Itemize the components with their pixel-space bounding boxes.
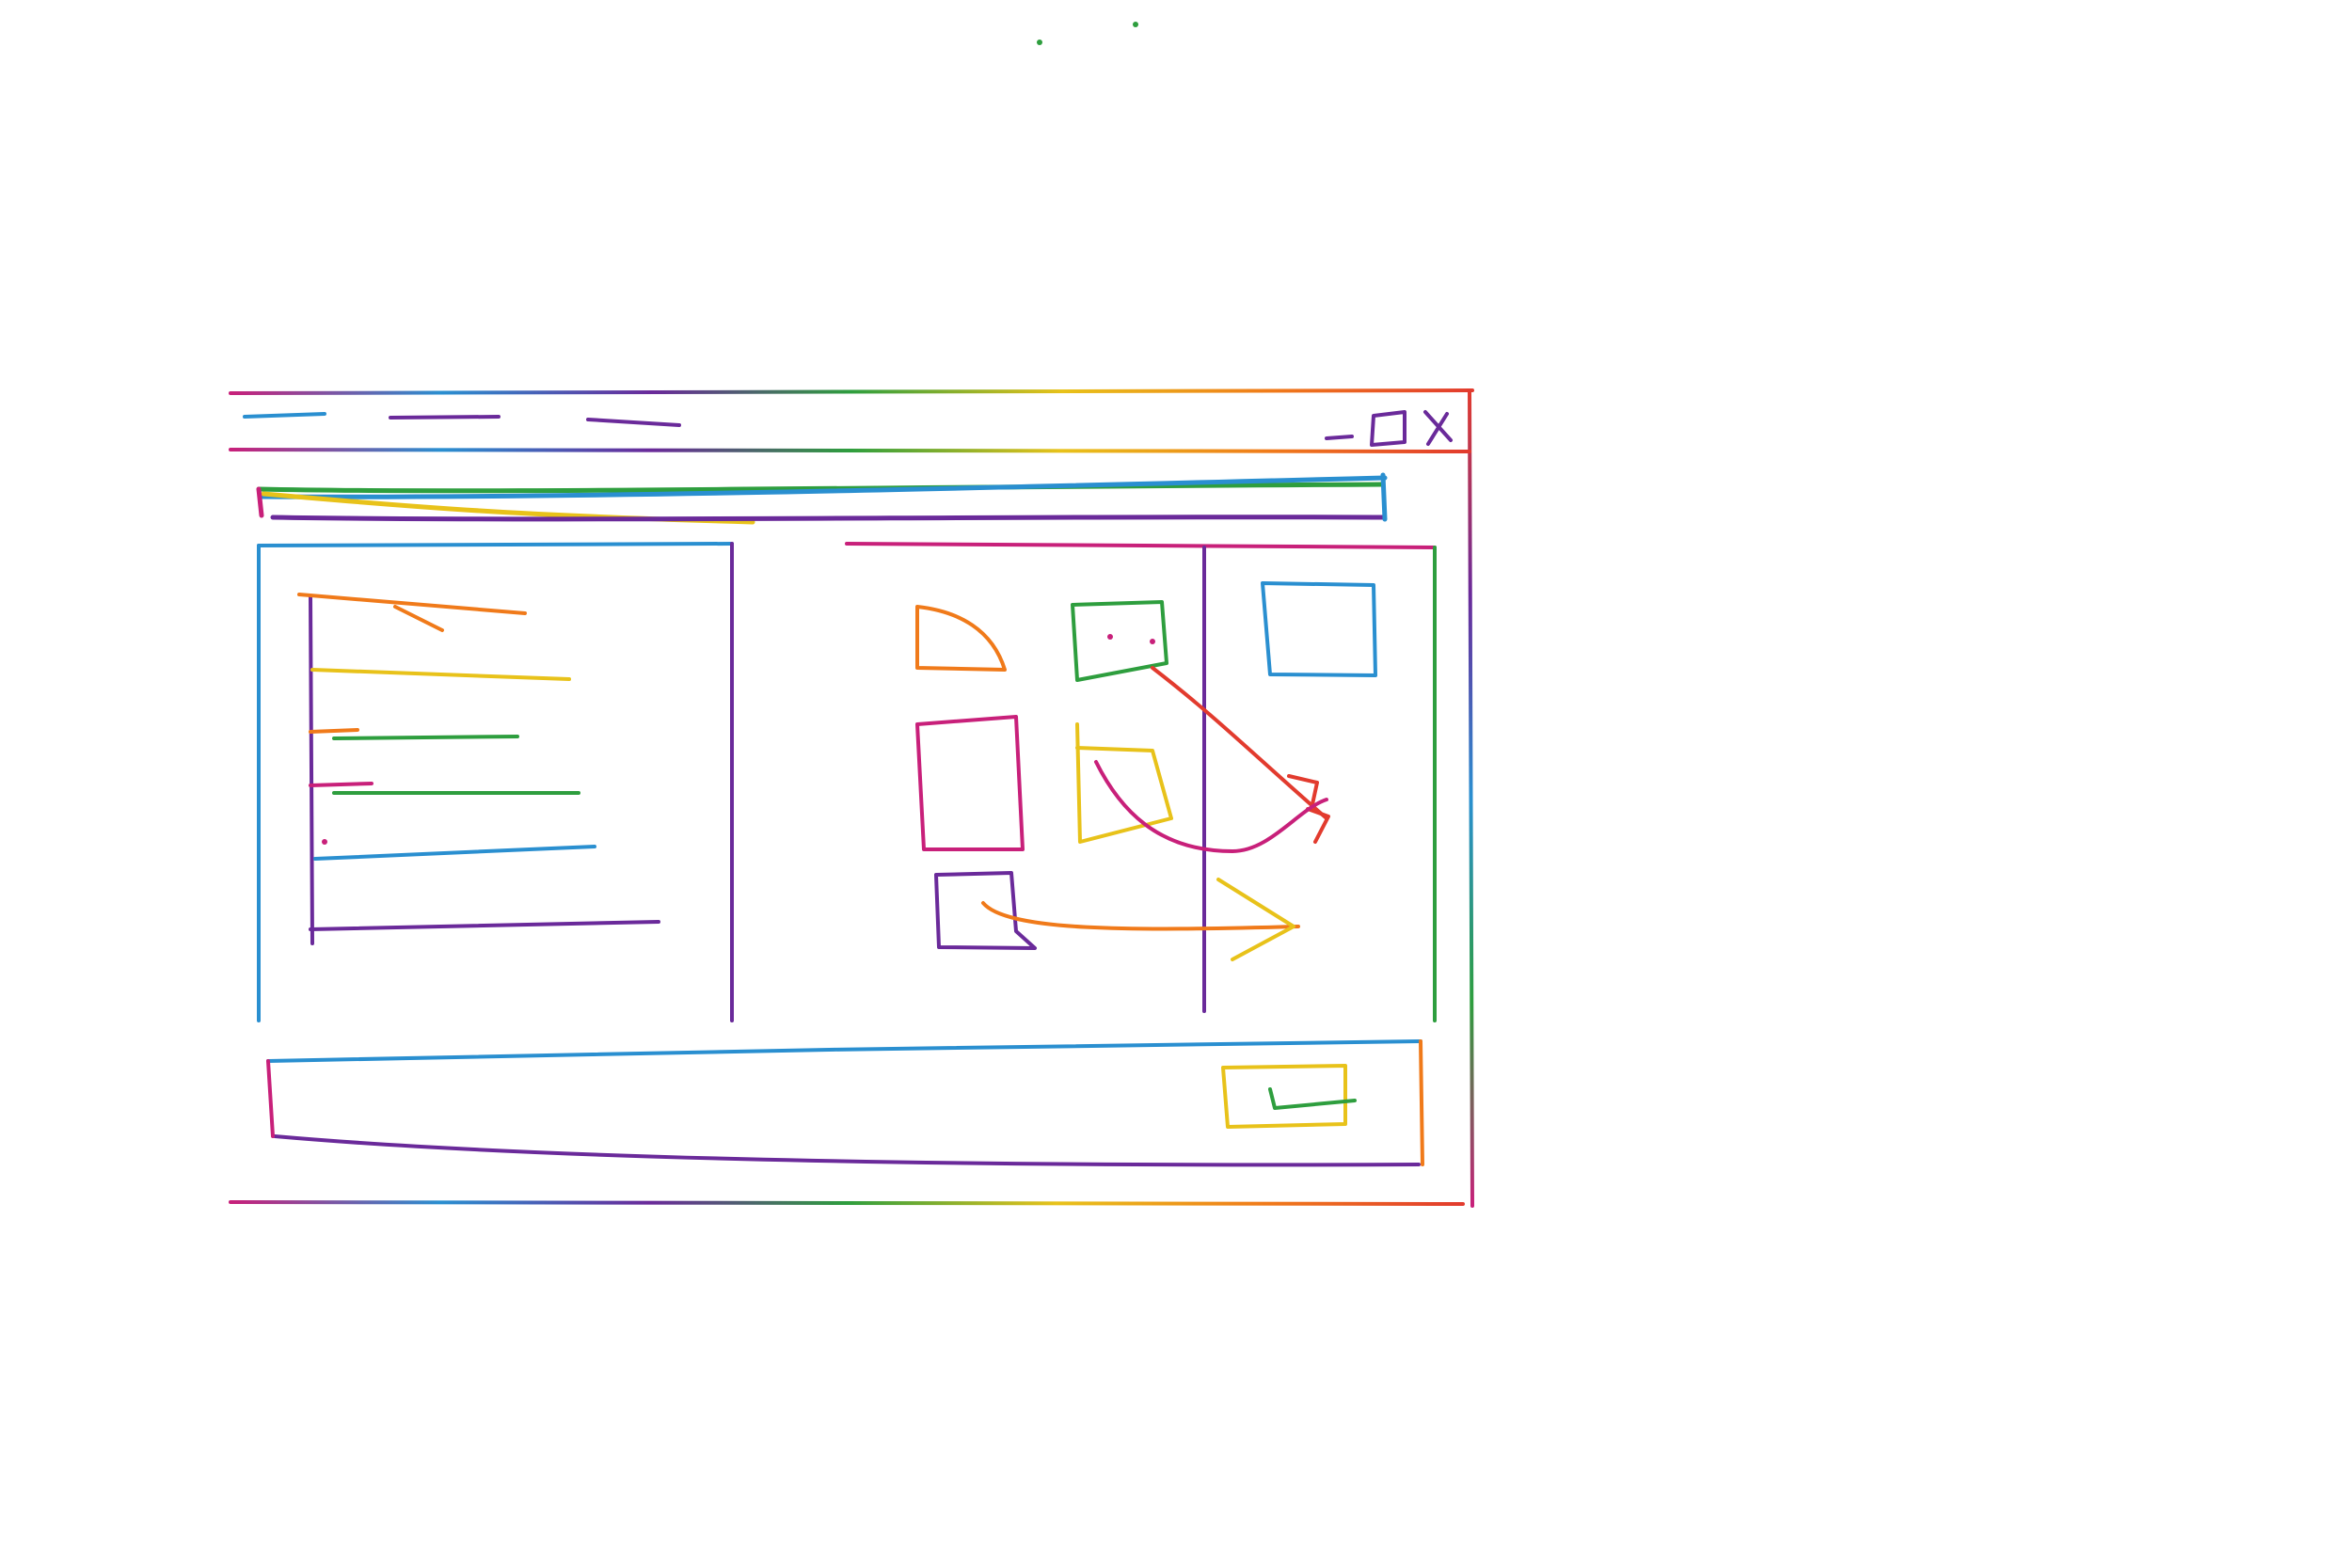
- menu-item-3[interactable]: [583, 403, 687, 429]
- close-button[interactable]: [1425, 404, 1472, 451]
- list-item[interactable]: [301, 583, 536, 621]
- left-panel-top: [257, 542, 734, 547]
- minimize-button[interactable]: [1322, 419, 1359, 451]
- canvas-shapes: [915, 581, 1377, 961]
- arrow-red: [1151, 666, 1328, 820]
- title-bar-divider: [229, 448, 1471, 453]
- menu-item-2[interactable]: [386, 403, 508, 429]
- list-item[interactable]: [301, 903, 659, 941]
- rect: [915, 715, 1025, 851]
- menu-item-1[interactable]: [240, 403, 334, 429]
- small-box: [934, 871, 1037, 950]
- stray-dot: [1037, 40, 1042, 45]
- address-input[interactable]: [254, 475, 1392, 531]
- list-item[interactable]: [301, 649, 583, 687]
- panel-splitter[interactable]: [720, 541, 739, 1021]
- arrow-orange: [981, 901, 1300, 931]
- box-dot: [1150, 639, 1155, 644]
- maximize-button[interactable]: [1369, 404, 1416, 451]
- input-right: [1419, 1039, 1424, 1166]
- send-button[interactable]: [1223, 1063, 1350, 1129]
- box-dot: [1107, 634, 1113, 640]
- square: [1261, 581, 1377, 677]
- window-right-border: [1468, 388, 1474, 1208]
- list-item[interactable]: [301, 828, 602, 865]
- list-item[interactable]: [301, 771, 583, 809]
- window-top-border: [229, 388, 1474, 395]
- canvas-panel-top: [845, 542, 1437, 549]
- note-shape: [1075, 722, 1173, 844]
- file-list: [297, 593, 660, 945]
- rounded-shape: [915, 605, 1007, 672]
- list-item[interactable]: [301, 715, 527, 752]
- canvas-panel: [845, 542, 1437, 1022]
- canvas-splitter-handle[interactable]: [1195, 546, 1214, 1016]
- window-bottom-border: [229, 1200, 1465, 1206]
- arrow-orange-head: [1216, 878, 1295, 961]
- sketch-canvas: [0, 0, 2352, 1568]
- stray-dot: [1133, 22, 1138, 27]
